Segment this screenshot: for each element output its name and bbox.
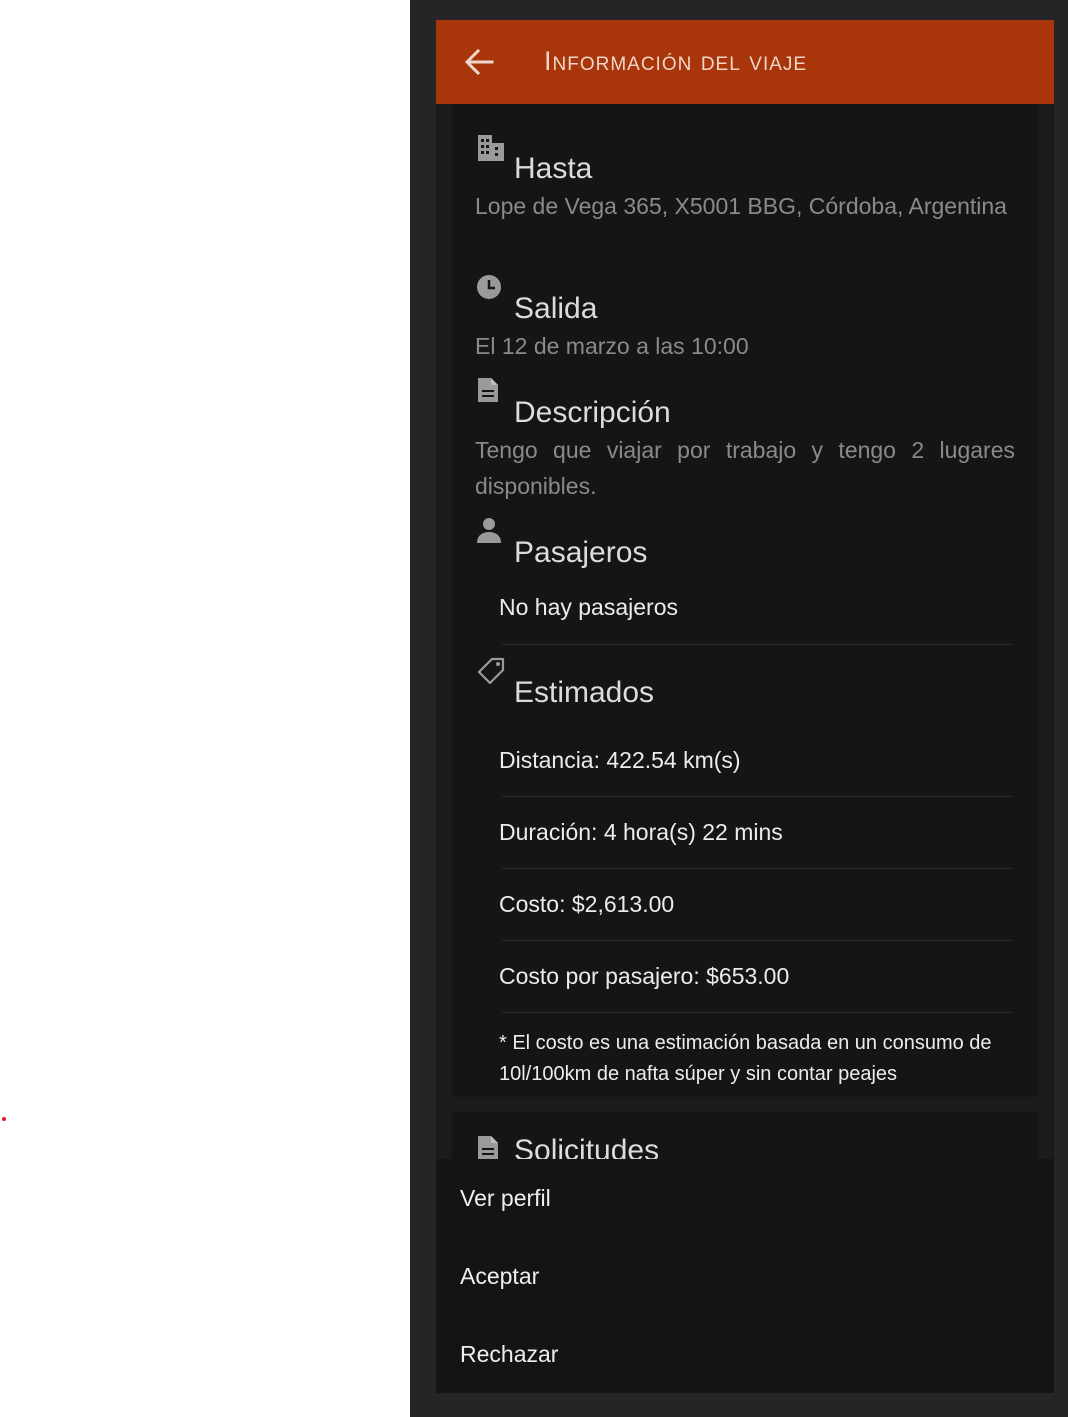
clock-icon (477, 275, 501, 299)
document-icon (478, 378, 498, 402)
arrow-left-icon[interactable] (464, 48, 494, 76)
destination-heading: Hasta (514, 152, 593, 185)
reject-button[interactable]: Rechazar (460, 1322, 1020, 1386)
description-heading: Descripción (514, 396, 671, 429)
estimate-cost: Costo: $2,613.00 (499, 891, 675, 917)
estimates-heading: Estimados (514, 676, 655, 709)
departure-heading: Salida (514, 292, 598, 325)
divider (502, 644, 1012, 645)
passengers-heading: Pasajeros (514, 536, 648, 569)
red-dot-marker (2, 1117, 6, 1121)
trip-info-card: Hasta Lope de Vega 365, X5001 BBG, Córdo… (452, 104, 1038, 1097)
divider (502, 796, 1012, 797)
app-frame: Información del viaje Hasta Lope de Vega… (410, 0, 1068, 1417)
description-text: Tengo que viajar por trabajo y tengo 2 l… (475, 437, 1015, 499)
toolbar: Información del viaje (436, 20, 1054, 104)
estimate-duration: Duración: 4 hora(s) 22 mins (499, 819, 783, 845)
page-title: Información del viaje (544, 46, 808, 76)
estimate-cost-per-passenger: Costo por pasajero: $653.00 (499, 963, 790, 989)
departure-value: El 12 de marzo a las 10:00 (475, 333, 749, 359)
view-profile-button[interactable]: Ver perfil (460, 1166, 1020, 1230)
document-icon (478, 1136, 498, 1160)
tag-icon (477, 657, 505, 685)
accept-button[interactable]: Aceptar (460, 1244, 1020, 1308)
divider (502, 940, 1012, 941)
app-screen: Información del viaje Hasta Lope de Vega… (436, 20, 1054, 1393)
estimate-note: * El costo es una estimación basada en u… (499, 1032, 992, 1085)
destination-address: Lope de Vega 365, X5001 BBG, Córdoba, Ar… (475, 193, 1007, 219)
divider (502, 868, 1012, 869)
divider (502, 1012, 1012, 1013)
estimate-distance: Distancia: 422.54 km(s) (499, 747, 741, 773)
action-sheet: Ver perfil Aceptar Rechazar (436, 1159, 1054, 1393)
person-icon (477, 518, 501, 543)
no-passengers-text: No hay pasajeros (499, 594, 678, 620)
building-icon (478, 135, 504, 161)
